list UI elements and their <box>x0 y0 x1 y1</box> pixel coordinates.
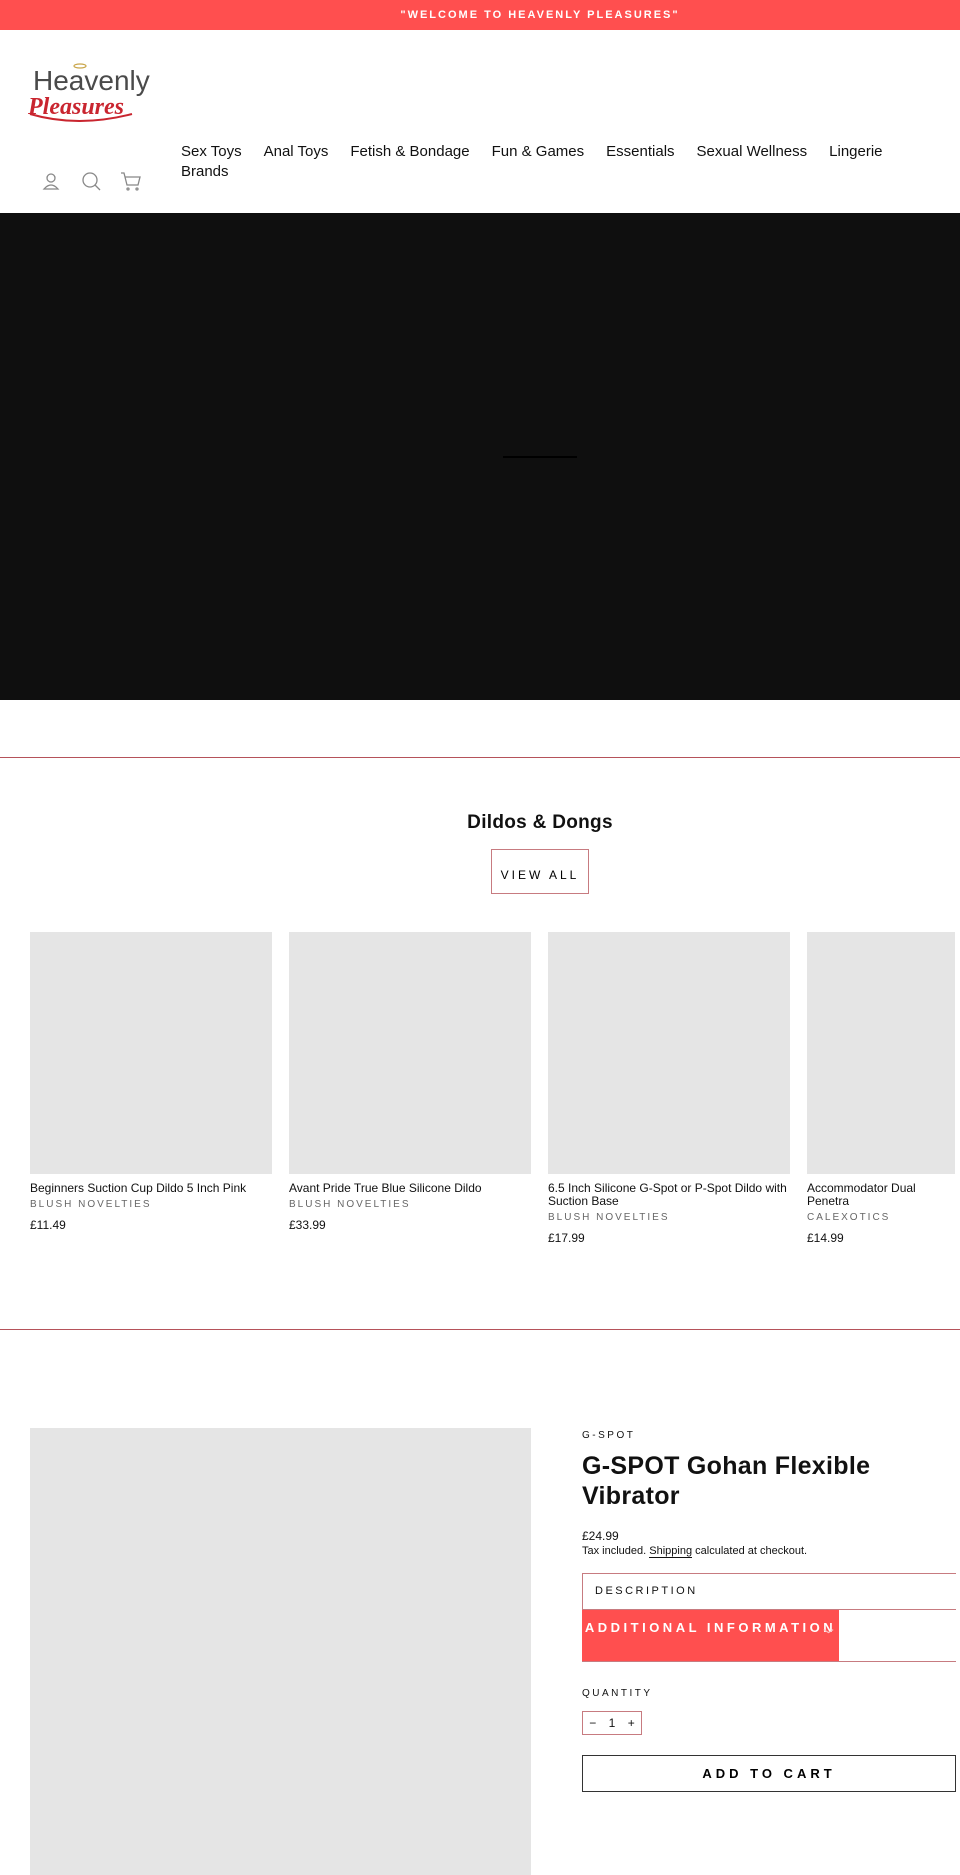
chevron-down-icon: ﹀ <box>823 1630 837 1641</box>
logo[interactable]: Heavenly Pleasures <box>28 62 168 122</box>
additional-information-label: ADDITIONAL INFORMATION <box>584 1620 837 1635</box>
nav-sex-toys[interactable]: Sex Toys <box>181 142 242 162</box>
divider <box>0 757 960 758</box>
product-card[interactable]: Accommodator Dual Penetra CALEXOTICS £14… <box>807 932 955 1245</box>
product-card[interactable]: Avant Pride True Blue Silicone Dildo BLU… <box>289 932 531 1232</box>
nav-lingerie[interactable]: Lingerie <box>829 142 882 162</box>
product-vendor: BLUSH NOVELTIES <box>289 1199 411 1210</box>
add-to-cart-button[interactable]: ADD TO CART <box>582 1755 956 1792</box>
product-vendor[interactable]: G-SPOT <box>582 1430 956 1441</box>
search-icon[interactable] <box>80 170 102 192</box>
additional-information-row: ADDITIONAL INFORMATION ﹀ <box>582 1610 956 1662</box>
main-nav: Sex Toys Anal Toys Fetish & Bondage Fun … <box>170 142 950 182</box>
hero-slideshow[interactable] <box>0 213 960 700</box>
nav-brands[interactable]: Brands <box>181 162 229 182</box>
product-price: £24.99 <box>582 1529 619 1543</box>
product-price: £14.99 <box>807 1231 844 1245</box>
quantity-stepper: − 1 + <box>582 1711 642 1735</box>
divider <box>0 1329 960 1330</box>
product-title: G-SPOT Gohan Flexible Vibrator <box>582 1452 871 1510</box>
quantity-minus-button[interactable]: − <box>589 1716 596 1730</box>
product-vendor: CALEXOTICS <box>807 1212 891 1223</box>
product-info: G-SPOT G-SPOT Gohan Flexible Vibrator £2… <box>582 1428 956 1792</box>
nav-fetish-bondage[interactable]: Fetish & Bondage <box>350 142 469 162</box>
product-name[interactable]: 6.5 Inch Silicone G-Spot or P-Spot Dildo… <box>548 1182 790 1208</box>
product-card[interactable]: Beginners Suction Cup Dildo 5 Inch Pink … <box>30 932 272 1232</box>
product-name[interactable]: Beginners Suction Cup Dildo 5 Inch Pink <box>30 1182 272 1195</box>
quantity-input[interactable]: 1 <box>609 1716 616 1730</box>
cart-icon[interactable] <box>120 170 142 192</box>
slide-indicator[interactable] <box>503 456 577 458</box>
quantity-label: QUANTITY <box>582 1688 653 1699</box>
tax-text: Tax included. <box>582 1545 647 1557</box>
account-icon[interactable] <box>40 170 62 192</box>
product-price: £17.99 <box>548 1231 585 1245</box>
product-price: £33.99 <box>289 1218 326 1232</box>
product-vendor: BLUSH NOVELTIES <box>548 1212 670 1223</box>
product-image[interactable] <box>289 932 531 1174</box>
product-image[interactable] <box>548 932 790 1174</box>
product-image[interactable] <box>30 932 272 1174</box>
nav-essentials[interactable]: Essentials <box>606 142 674 162</box>
product-vendor: BLUSH NOVELTIES <box>30 1199 152 1210</box>
description-tab[interactable]: DESCRIPTION <box>582 1573 956 1610</box>
product-card[interactable]: 6.5 Inch Silicone G-Spot or P-Spot Dildo… <box>548 932 790 1245</box>
tax-note: Tax included. Shipping calculated at che… <box>582 1545 956 1558</box>
logo-line1: Heavenly <box>33 65 150 96</box>
header-icons <box>40 170 142 192</box>
tax-text-end: calculated at checkout. <box>692 1545 808 1557</box>
collection-title: Dildos & Dongs <box>467 812 613 833</box>
logo-line2: Pleasures <box>28 94 124 120</box>
announcement-bar: "WELCOME TO HEAVENLY PLEASURES" <box>0 0 960 30</box>
product-main-image[interactable] <box>30 1428 531 1875</box>
shipping-link[interactable]: Shipping <box>649 1545 693 1558</box>
view-all-button[interactable]: VIEW ALL <box>491 849 589 894</box>
product-price: £11.49 <box>30 1218 66 1232</box>
nav-anal-toys[interactable]: Anal Toys <box>264 142 329 162</box>
nav-sexual-wellness[interactable]: Sexual Wellness <box>697 142 808 162</box>
quantity-plus-button[interactable]: + <box>628 1716 635 1730</box>
product-image[interactable] <box>807 932 955 1174</box>
additional-information-tab[interactable]: ADDITIONAL INFORMATION ﹀ <box>582 1610 839 1661</box>
product-name[interactable]: Accommodator Dual Penetra <box>807 1182 955 1208</box>
nav-fun-games[interactable]: Fun & Games <box>492 142 585 162</box>
product-name[interactable]: Avant Pride True Blue Silicone Dildo <box>289 1182 531 1195</box>
